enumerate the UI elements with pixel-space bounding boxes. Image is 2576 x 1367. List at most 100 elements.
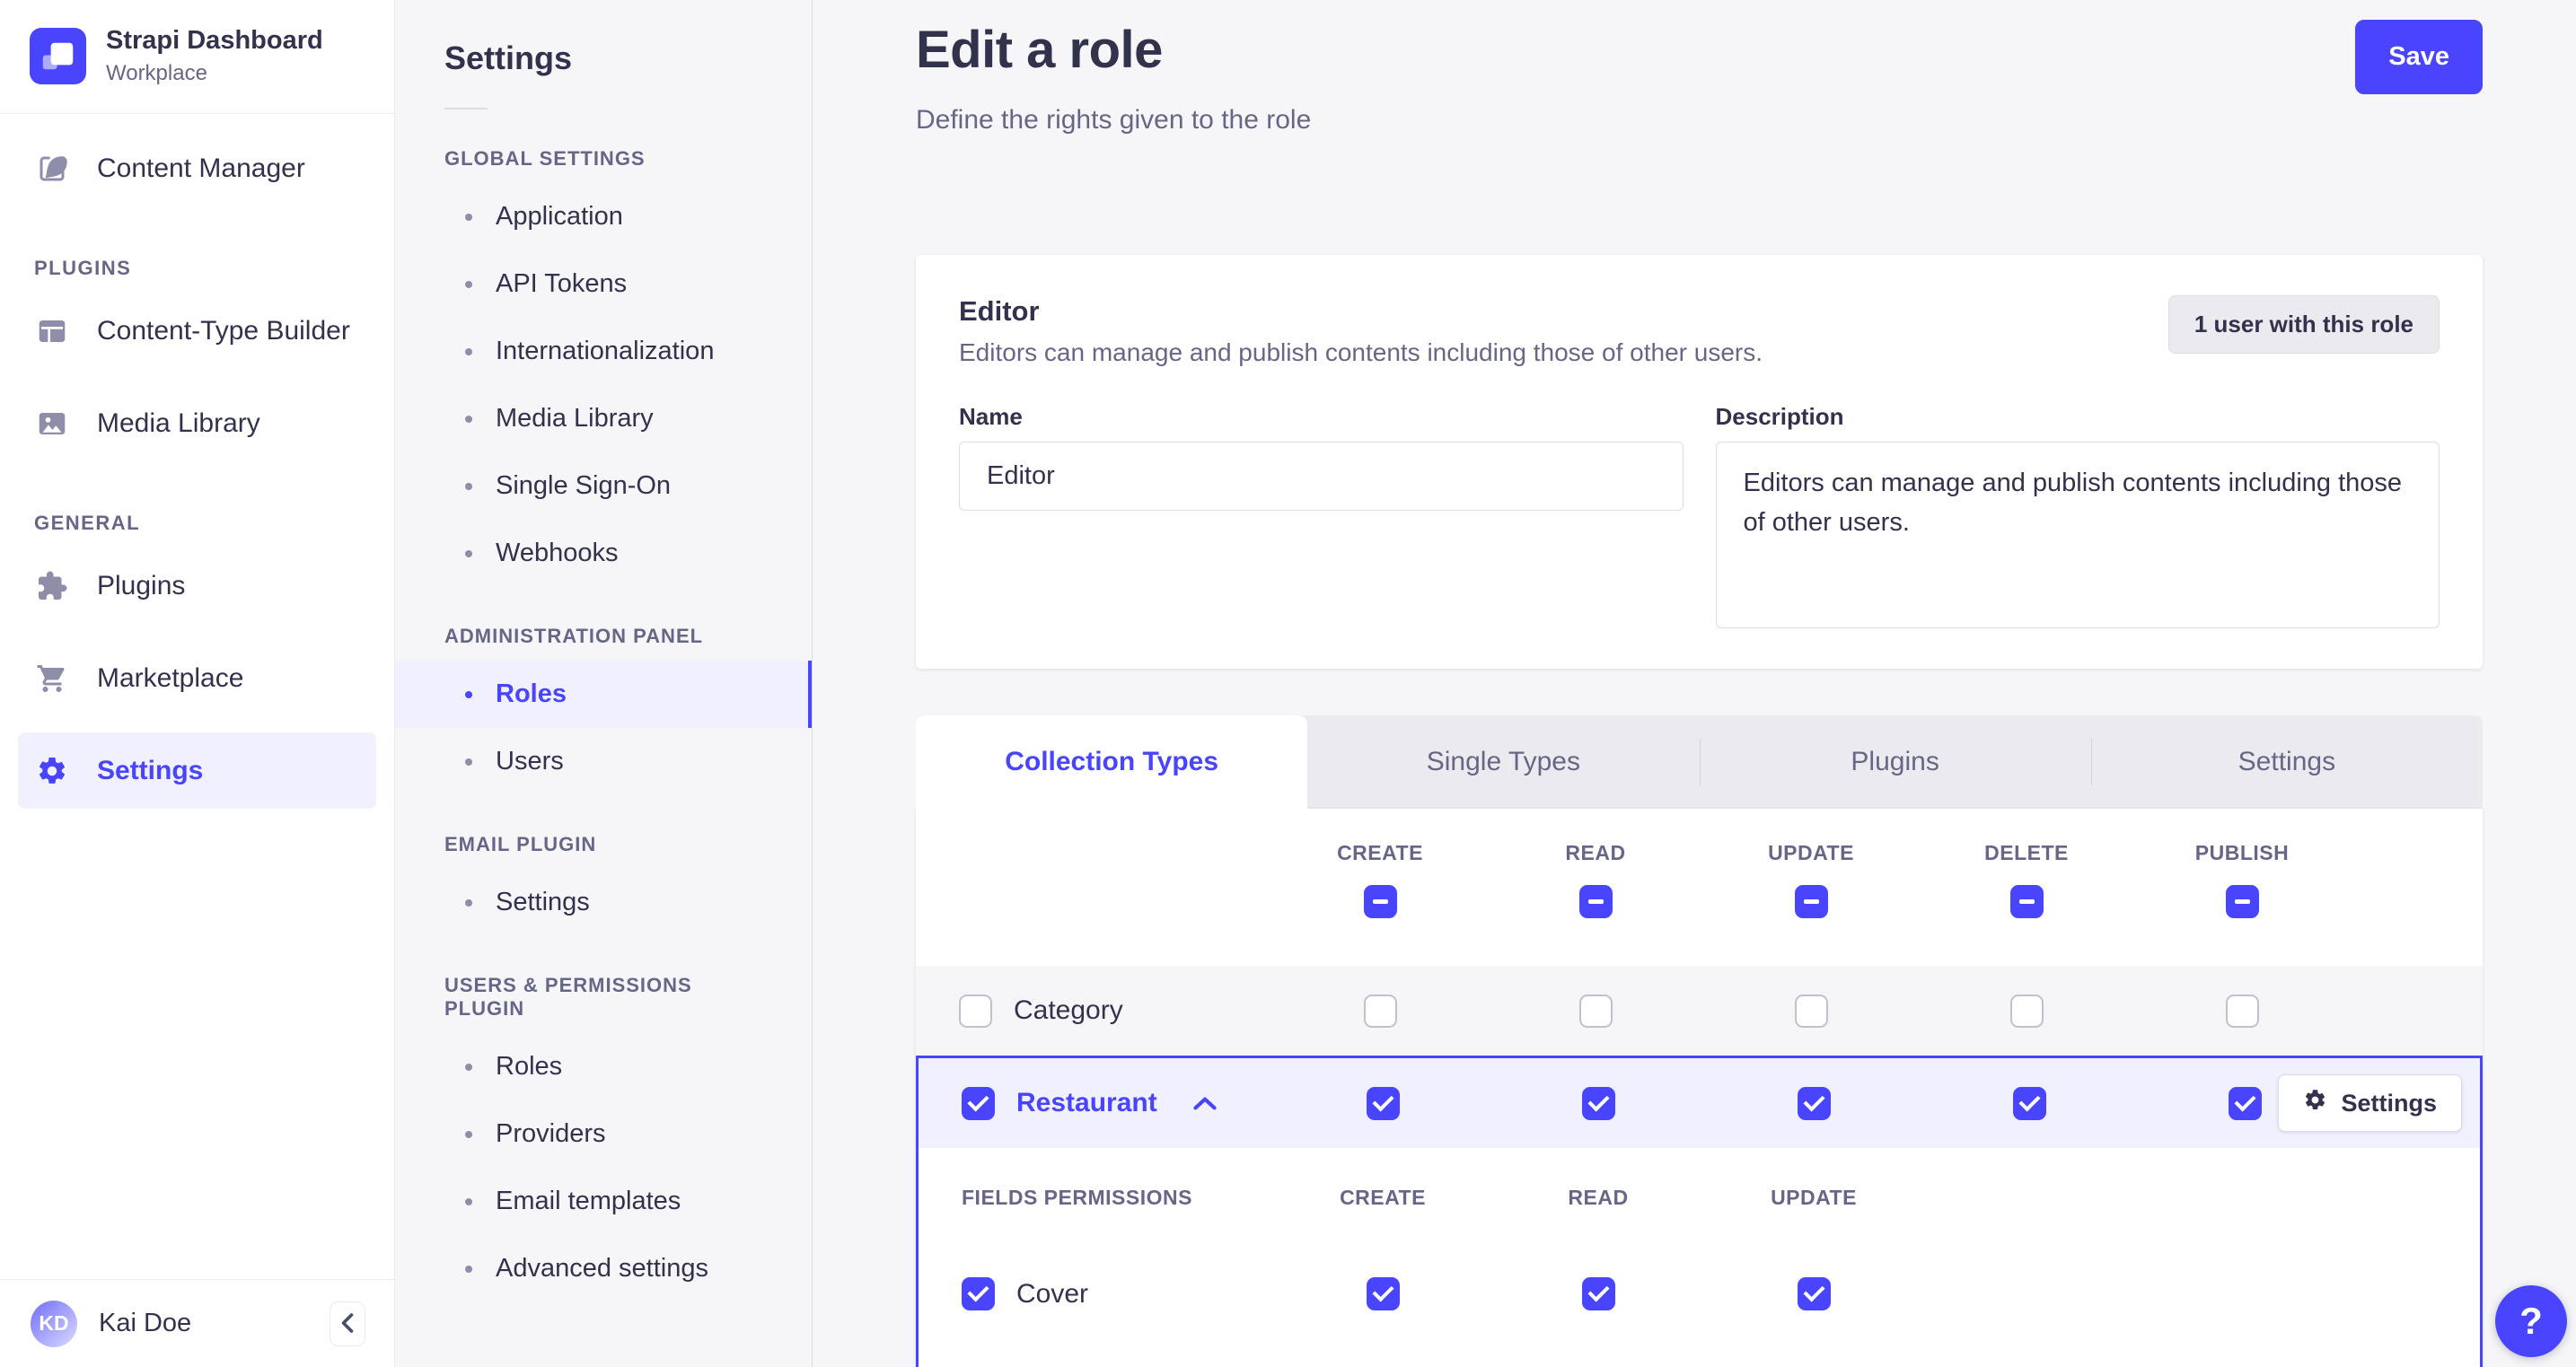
delete-checkbox[interactable] <box>2012 1086 2046 1120</box>
subnav-item-email-settings[interactable]: Settings <box>395 869 812 936</box>
row-label[interactable]: Restaurant <box>1016 1088 1157 1118</box>
bullet-icon <box>465 1063 472 1071</box>
create-checkbox[interactable] <box>1363 994 1397 1028</box>
read-checkbox[interactable] <box>1581 1086 1615 1120</box>
role-name-input[interactable] <box>959 442 1684 511</box>
bullet-icon <box>465 549 472 557</box>
subnav-item-label: Internationalization <box>496 337 715 365</box>
column-header: PUBLISH <box>2194 841 2290 864</box>
column-header: READ <box>1565 841 1626 864</box>
sidebar-section-general: GENERAL <box>34 512 141 534</box>
name-field-label: Name <box>959 403 1023 430</box>
subnav-item-up-roles[interactable]: Roles <box>395 1033 812 1100</box>
main-content: Edit a role Define the rights given to t… <box>813 0 2576 1367</box>
subnav-item-email-templates[interactable]: Email templates <box>395 1168 812 1235</box>
sidebar-item-media-library[interactable]: Media Library <box>18 385 376 461</box>
subnav-item-advanced-settings[interactable]: Advanced settings <box>395 1235 812 1302</box>
subnav-section-email-plugin: EMAIL PLUGIN <box>444 833 597 855</box>
sidebar-item-label: Content Manager <box>97 153 305 183</box>
sidebar-item-label: Settings <box>97 755 204 785</box>
strapi-logo-icon <box>30 28 86 84</box>
bullet-icon <box>465 213 472 221</box>
row-label[interactable]: Category <box>1014 995 1123 1026</box>
cart-icon <box>34 661 70 697</box>
chevron-up-icon[interactable] <box>1193 1097 1217 1110</box>
sidebar-item-content-type-builder[interactable]: Content-Type Builder <box>18 293 376 369</box>
sidebar-item-label: Media Library <box>97 407 260 438</box>
publish-checkbox[interactable] <box>2228 1086 2262 1120</box>
role-details-card: Editor Editors can manage and publish co… <box>916 255 2483 669</box>
sidebar-item-plugins[interactable]: Plugins <box>18 548 376 624</box>
subnav-item-internationalization[interactable]: Internationalization <box>395 318 812 385</box>
sidebar-item-label: Plugins <box>97 570 186 600</box>
bullet-icon <box>465 898 472 907</box>
select-all-publish-checkbox[interactable] <box>2225 885 2259 918</box>
strapi-app: Strapi Dashboard Workplace Content Manag… <box>0 0 2576 1367</box>
tab-collection-types[interactable]: Collection Types <box>916 715 1308 809</box>
description-field-group: Description Editors can manage and publi… <box>1715 403 2440 633</box>
select-all-delete-checkbox[interactable] <box>2009 885 2044 918</box>
create-checkbox[interactable] <box>1366 1086 1400 1120</box>
bullet-icon <box>465 1130 472 1138</box>
bullet-icon <box>465 482 472 490</box>
publish-checkbox[interactable] <box>2225 994 2259 1028</box>
role-description-textarea[interactable]: Editors can manage and publish contents … <box>1715 442 2440 628</box>
subnav-item-providers[interactable]: Providers <box>395 1100 812 1168</box>
sidebar-item-label: Content-Type Builder <box>97 315 350 346</box>
subnav-item-single-sign-on[interactable]: Single Sign-On <box>395 452 812 520</box>
subnav-item-application[interactable]: Application <box>395 183 812 250</box>
update-checkbox[interactable] <box>1797 1277 1831 1310</box>
tab-settings[interactable]: Settings <box>2090 715 2483 809</box>
subnav-item-label: Webhooks <box>496 539 619 567</box>
subnav-item-users[interactable]: Users <box>395 728 812 795</box>
subnav-item-webhooks[interactable]: Webhooks <box>395 520 812 587</box>
field-row-name: Name <box>919 1341 2480 1367</box>
subnav-title: Settings <box>444 39 573 76</box>
sidebar-collapse-button[interactable] <box>330 1301 365 1346</box>
create-checkbox[interactable] <box>1366 1277 1400 1310</box>
row-settings-button[interactable]: Settings <box>2278 1074 2462 1132</box>
permissions-tabs: Collection Types Single Types Plugins Se… <box>916 715 2483 809</box>
sidebar-footer: KD Kai Doe <box>0 1279 394 1367</box>
update-checkbox[interactable] <box>1794 994 1828 1028</box>
update-checkbox[interactable] <box>1797 1086 1831 1120</box>
subnav-item-media-library[interactable]: Media Library <box>395 385 812 452</box>
read-checkbox[interactable] <box>1578 994 1613 1028</box>
gear-icon <box>2303 1088 2327 1118</box>
field-label: Cover <box>1016 1278 1089 1309</box>
sidebar-item-settings[interactable]: Settings <box>18 732 376 809</box>
layout-icon <box>34 313 70 349</box>
sidebar-item-content-manager[interactable]: Content Manager <box>18 130 376 206</box>
bullet-icon <box>465 690 472 698</box>
read-checkbox[interactable] <box>1581 1277 1615 1310</box>
row-checkbox[interactable] <box>959 994 992 1028</box>
tab-single-types[interactable]: Single Types <box>1307 715 1699 809</box>
delete-checkbox[interactable] <box>2009 994 2044 1028</box>
avatar[interactable]: KD <box>31 1300 77 1347</box>
fields-permissions-title: FIELDS PERMISSIONS <box>962 1185 1192 1209</box>
select-all-create-checkbox[interactable] <box>1363 885 1397 918</box>
subnav-section-users-permissions-plugin: USERS & PERMISSIONS PLUGIN <box>444 974 692 1020</box>
subnav-section-global-settings: GLOBAL SETTINGS <box>444 147 646 170</box>
field-checkbox[interactable] <box>962 1277 995 1310</box>
workspace-switcher[interactable]: Strapi Dashboard Workplace <box>0 0 394 113</box>
tab-plugins[interactable]: Plugins <box>1699 715 2091 809</box>
subnav-item-label: Settings <box>496 888 590 916</box>
subnav-item-api-tokens[interactable]: API Tokens <box>395 250 812 318</box>
subnav-item-roles[interactable]: Roles <box>395 661 812 728</box>
fields-permissions-header: FIELDS PERMISSIONS CREATE READ UPDATE <box>919 1148 2480 1247</box>
sidebar-item-marketplace[interactable]: Marketplace <box>18 640 376 716</box>
subnav-item-label: Application <box>496 202 623 231</box>
gear-icon <box>34 753 70 789</box>
row-checkbox[interactable] <box>962 1086 995 1120</box>
role-form-row: Name Description Editors can manage and … <box>959 403 2440 633</box>
select-all-read-checkbox[interactable] <box>1578 885 1613 918</box>
subnav-item-label: API Tokens <box>496 269 628 298</box>
users-with-role-button[interactable]: 1 user with this role <box>2167 295 2440 354</box>
save-button[interactable]: Save <box>2355 20 2483 94</box>
sidebar-section-plugins: PLUGINS <box>34 257 132 279</box>
workspace-subtitle: Workplace <box>106 61 207 85</box>
select-all-update-checkbox[interactable] <box>1794 885 1828 918</box>
subnav-item-label: Roles <box>496 679 567 708</box>
help-button[interactable]: ? <box>2495 1285 2567 1357</box>
